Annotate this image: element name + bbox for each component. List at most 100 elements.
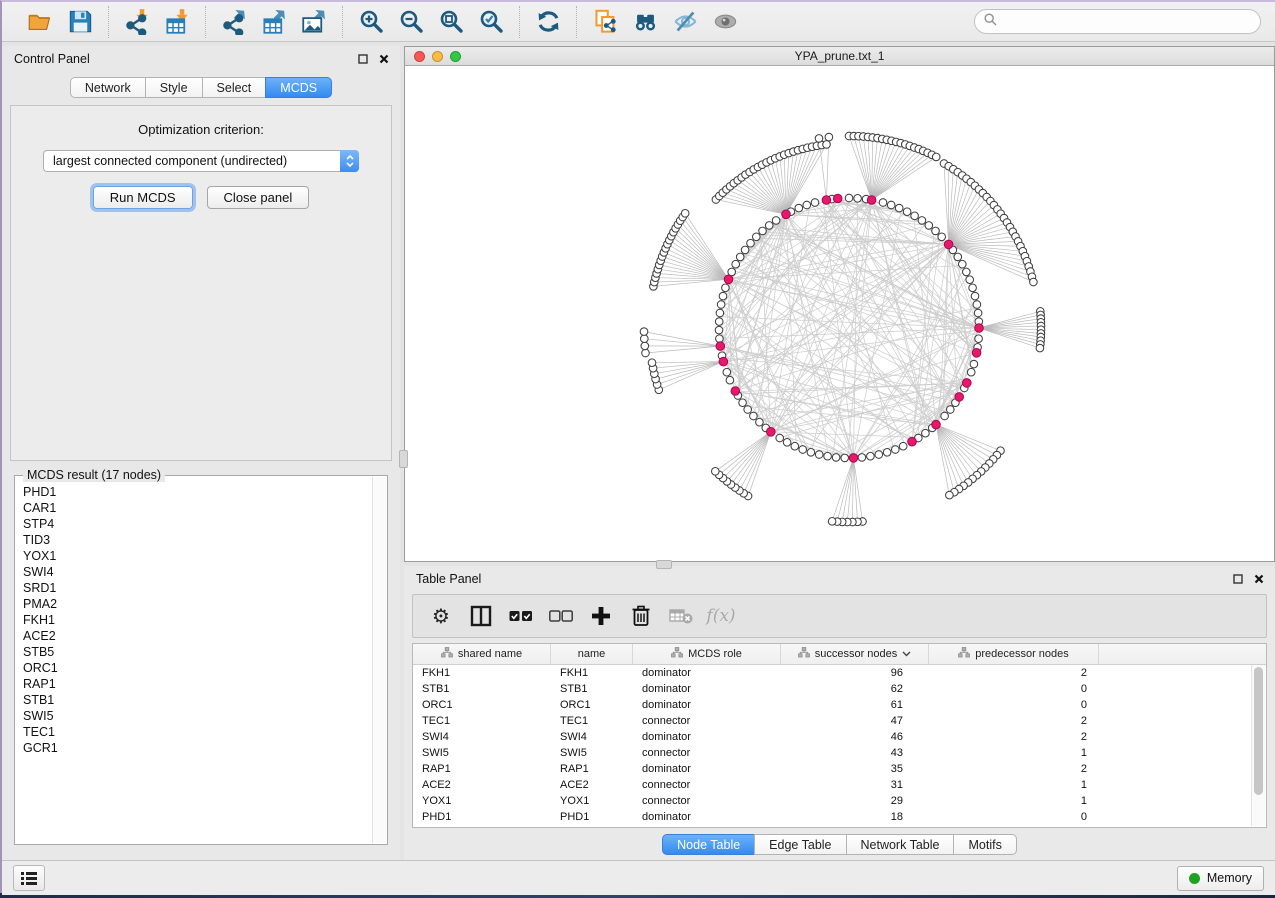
table-row[interactable]: STB1STB1dominator620 bbox=[413, 681, 1266, 697]
mcds-node-item[interactable]: GCR1 bbox=[23, 740, 373, 756]
mcds-node-item[interactable]: STB5 bbox=[23, 644, 373, 660]
search-icon bbox=[984, 13, 997, 31]
mcds-result-scrollbar[interactable] bbox=[372, 477, 386, 843]
mcds-node-item[interactable]: SWI4 bbox=[23, 564, 373, 580]
save-session-icon[interactable] bbox=[60, 6, 100, 38]
table-panel-header: Table Panel bbox=[404, 566, 1275, 590]
tab-edge-table[interactable]: Edge Table bbox=[754, 834, 846, 855]
column-header-successor-nodes[interactable]: successor nodes bbox=[781, 644, 929, 664]
network-window-title: YPA_prune.txt_1 bbox=[405, 49, 1274, 63]
close-icon[interactable] bbox=[1253, 573, 1265, 585]
refresh-view-icon[interactable] bbox=[528, 6, 568, 38]
table-settings-icon[interactable]: ⚙ bbox=[423, 599, 459, 633]
tab-network-table[interactable]: Network Table bbox=[846, 834, 955, 855]
export-table-icon[interactable] bbox=[254, 6, 294, 38]
optimization-criterion-select[interactable]: largest connected component (undirected) bbox=[43, 150, 359, 172]
hide-selected-icon[interactable] bbox=[665, 6, 705, 38]
horizontal-splitter-handle[interactable] bbox=[656, 560, 672, 569]
network-canvas[interactable] bbox=[405, 66, 1274, 561]
node-table: shared namenameMCDS rolesuccessor nodesp… bbox=[412, 643, 1267, 828]
table-row[interactable]: FKH1FKH1dominator962 bbox=[413, 665, 1266, 681]
mcds-node-item[interactable]: STP4 bbox=[23, 516, 373, 532]
tab-mcds[interactable]: MCDS bbox=[265, 77, 332, 98]
float-icon[interactable] bbox=[357, 53, 369, 65]
mcds-node-item[interactable]: ORC1 bbox=[23, 660, 373, 676]
deselect-all-icon[interactable] bbox=[543, 599, 579, 633]
zoom-out-icon[interactable] bbox=[391, 6, 431, 38]
mcds-node-item[interactable]: FKH1 bbox=[23, 612, 373, 628]
mcds-node-item[interactable]: ACE2 bbox=[23, 628, 373, 644]
search-box[interactable] bbox=[974, 9, 1261, 34]
optimization-criterion-label: Optimization criterion: bbox=[138, 122, 264, 137]
mcds-node-item[interactable]: CAR1 bbox=[23, 500, 373, 516]
column-header-shared-name[interactable]: shared name bbox=[413, 644, 551, 664]
function-builder-icon: f(x) bbox=[703, 599, 739, 633]
mcds-node-item[interactable]: STB1 bbox=[23, 692, 373, 708]
table-row[interactable]: SWI4SWI4dominator462 bbox=[413, 729, 1266, 745]
float-icon[interactable] bbox=[1232, 573, 1244, 585]
table-row[interactable]: RAP1RAP1dominator352 bbox=[413, 761, 1266, 777]
node-table-body[interactable]: FKH1FKH1dominator962STB1STB1dominator620… bbox=[413, 665, 1266, 825]
memory-button[interactable]: Memory bbox=[1177, 866, 1264, 891]
network-window-titlebar[interactable]: YPA_prune.txt_1 bbox=[405, 47, 1274, 66]
memory-label: Memory bbox=[1207, 871, 1252, 885]
column-header-MCDS-role[interactable]: MCDS role bbox=[633, 644, 781, 664]
clone-network-icon[interactable] bbox=[585, 6, 625, 38]
zoom-in-icon[interactable] bbox=[351, 6, 391, 38]
show-column-icon[interactable] bbox=[463, 599, 499, 633]
table-scrollbar-thumb[interactable] bbox=[1254, 667, 1263, 795]
vertical-splitter-handle[interactable] bbox=[399, 450, 408, 468]
task-history-icon[interactable] bbox=[13, 865, 45, 891]
mcds-node-item[interactable]: TEC1 bbox=[23, 724, 373, 740]
tab-node-table[interactable]: Node Table bbox=[662, 834, 755, 855]
mcds-node-item[interactable]: RAP1 bbox=[23, 676, 373, 692]
run-mcds-button[interactable]: Run MCDS bbox=[93, 186, 193, 209]
tab-select[interactable]: Select bbox=[202, 77, 267, 98]
import-table-icon[interactable] bbox=[157, 6, 197, 38]
table-row[interactable]: YOX1YOX1connector291 bbox=[413, 793, 1266, 809]
mcds-node-item[interactable]: SRD1 bbox=[23, 580, 373, 596]
open-file-icon[interactable] bbox=[20, 6, 60, 38]
horizontal-splitter[interactable] bbox=[404, 562, 1275, 566]
mcds-result-title: MCDS result (17 nodes) bbox=[23, 468, 165, 482]
first-neighbors-icon[interactable] bbox=[625, 6, 665, 38]
control-panel-title: Control Panel bbox=[14, 52, 90, 66]
delete-row-icon[interactable] bbox=[623, 599, 659, 633]
column-header-predecessor-nodes[interactable]: predecessor nodes bbox=[929, 644, 1099, 664]
control-panel: Control Panel NetworkStyleSelectMCDS Opt… bbox=[2, 46, 400, 860]
mcds-node-item[interactable]: SWI5 bbox=[23, 708, 373, 724]
table-row[interactable]: SWI5SWI5connector431 bbox=[413, 745, 1266, 761]
table-scrollbar[interactable] bbox=[1251, 665, 1265, 826]
close-panel-button[interactable]: Close panel bbox=[207, 186, 310, 209]
main-toolbar bbox=[2, 2, 1275, 42]
export-image-icon[interactable] bbox=[294, 6, 334, 38]
table-panel: Table Panel ⚙ f(x) shared namenameMCDS ro… bbox=[404, 566, 1275, 860]
close-icon[interactable] bbox=[378, 53, 390, 65]
import-network-icon[interactable] bbox=[117, 6, 157, 38]
show-all-icon[interactable] bbox=[705, 6, 745, 38]
tab-style[interactable]: Style bbox=[145, 77, 203, 98]
add-row-icon[interactable] bbox=[583, 599, 619, 633]
desktop: Control Panel NetworkStyleSelectMCDS Opt… bbox=[0, 0, 1275, 898]
select-all-icon[interactable] bbox=[503, 599, 539, 633]
table-row[interactable]: PHD1PHD1dominator180 bbox=[413, 809, 1266, 825]
table-row[interactable]: TEC1TEC1connector472 bbox=[413, 713, 1266, 729]
tab-motifs[interactable]: Motifs bbox=[953, 834, 1016, 855]
mcds-node-item[interactable]: YOX1 bbox=[23, 548, 373, 564]
table-panel-title: Table Panel bbox=[416, 572, 481, 586]
shared-column-icon bbox=[958, 647, 970, 661]
search-input[interactable] bbox=[1003, 14, 1251, 30]
mcds-result-list[interactable]: PHD1CAR1STP4TID3YOX1SWI4SRD1PMA2FKH1ACE2… bbox=[16, 482, 373, 843]
export-network-icon[interactable] bbox=[214, 6, 254, 38]
network-view-window: YPA_prune.txt_1 bbox=[404, 46, 1275, 562]
mcds-node-item[interactable]: PMA2 bbox=[23, 596, 373, 612]
tab-network[interactable]: Network bbox=[70, 77, 146, 98]
table-row[interactable]: ACE2ACE2connector311 bbox=[413, 777, 1266, 793]
node-table-header: shared namenameMCDS rolesuccessor nodesp… bbox=[413, 644, 1266, 665]
mcds-node-item[interactable]: TID3 bbox=[23, 532, 373, 548]
column-header-name[interactable]: name bbox=[551, 644, 633, 664]
table-row[interactable]: ORC1ORC1dominator610 bbox=[413, 697, 1266, 713]
mcds-node-item[interactable]: PHD1 bbox=[23, 484, 373, 500]
zoom-fit-icon[interactable] bbox=[431, 6, 471, 38]
zoom-selected-icon[interactable] bbox=[471, 6, 511, 38]
